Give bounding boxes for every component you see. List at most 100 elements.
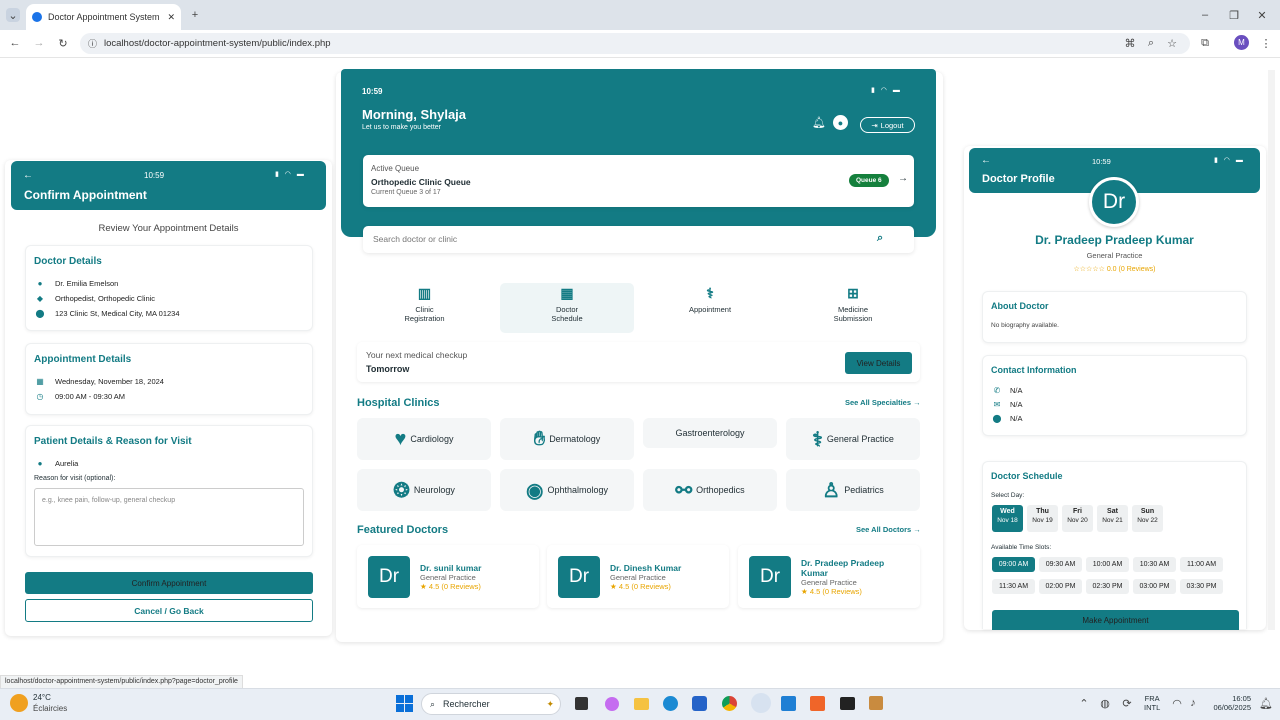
extensions-icon[interactable]: ⧉ [1198,36,1212,50]
day-option[interactable]: Sun Nov 22 [1132,505,1163,532]
site-info-icon[interactable]: ⓘ [88,37,97,50]
task-view-icon[interactable] [575,697,588,710]
forward-icon[interactable]: → [32,36,46,50]
taskbar-search-label: Rechercher [443,699,490,709]
doctor-avatar: Dr [558,555,600,598]
time-slot[interactable]: 11:30 AM [992,579,1035,594]
see-all-doctors-link[interactable]: See All Doctors → [856,525,921,534]
tab-search-icon[interactable]: ⌄ [6,8,20,22]
search-icon[interactable]: ⌕ [877,232,883,245]
back-arrow-icon[interactable]: ← [23,170,33,181]
menu-doctor-schedule[interactable]: ▦ Doctor Schedule [500,283,634,333]
active-queue-card[interactable]: Active Queue Orthopedic Clinic Queue Cur… [363,155,914,207]
window-close-icon[interactable]: ✕ [1255,8,1269,22]
day-option[interactable]: Sat Nov 21 [1097,505,1128,532]
day-name: Sun [1140,508,1155,515]
close-tab-icon[interactable]: ✕ [167,12,175,23]
vscode-icon[interactable] [781,696,796,711]
cancel-button[interactable]: Cancel / Go Back [25,599,313,622]
time-slot[interactable]: 03:30 PM [1180,579,1223,594]
bell-icon[interactable]: 🔔︎ [812,116,826,129]
wifi-icon[interactable]: ◠ [1171,697,1183,710]
clinic-card-ophthalmology[interactable]: ◉ Ophthalmology [500,469,634,511]
volume-icon[interactable]: ♪ [1187,697,1199,709]
time-slot[interactable]: 10:30 AM [1133,557,1176,572]
search-input[interactable]: Search doctor or clinic [373,234,457,244]
time-slot[interactable]: 02:00 PM [1039,579,1082,594]
tray-sync-icon[interactable]: ⟳ [1121,697,1133,710]
file-explorer-icon[interactable] [634,698,649,710]
menu-clinic-registration[interactable]: ▥ Clinic Registration [364,285,485,333]
clinic-card-general-practice[interactable]: ⚕ General Practice [786,418,920,460]
tray-app-icon[interactable]: ◍ [1099,697,1111,710]
day-option[interactable]: Thu Nov 19 [1027,505,1058,532]
new-tab-icon[interactable]: + [188,8,202,22]
app-icon[interactable] [869,696,883,710]
maximize-icon[interactable]: ❐ [1227,8,1241,22]
xampp-icon[interactable] [810,696,825,711]
featured-doctor-card[interactable]: Dr Dr. Dinesh Kumar General Practice ★ 4.5… [547,545,729,608]
clinic-label: Orthopedics [696,485,745,495]
profile-icon[interactable]: ● [833,115,848,130]
clock[interactable]: 16:05 06/06/2025 [1209,694,1251,712]
clinic-card-neurology[interactable]: ❂ Neurology [357,469,491,511]
back-arrow-icon[interactable]: ← [981,155,991,166]
profile-avatar[interactable]: M [1234,35,1249,50]
chrome-profile-icon[interactable] [751,693,771,713]
contact-location: N/A [1010,414,1023,423]
doctor-details-section: Doctor Details ● Dr. Emilia Emelson ◆ Orth… [25,245,313,331]
envelope-icon: ✉ [993,400,1001,409]
day-option[interactable]: Fri Nov 20 [1062,505,1093,532]
menu-kebab-icon[interactable]: ⋮ [1259,36,1273,50]
time-slot[interactable]: 02:30 PM [1086,579,1129,594]
minimize-icon[interactable]: – [1198,8,1212,22]
day-option[interactable]: Wed Nov 18 [992,505,1023,532]
browser-tab[interactable]: Doctor Appointment System - F ✕ [26,4,181,30]
reason-textarea[interactable]: e.g., knee pain, follow-up, general chec… [34,488,304,546]
taskbar-search[interactable]: ⌕ Rechercher ✦ [421,693,561,715]
translate-icon[interactable]: ⌘ [1123,36,1137,50]
bookmark-star-icon[interactable]: ☆ [1165,36,1179,50]
confirm-appointment-button[interactable]: Confirm Appointment [25,572,313,594]
chrome-icon[interactable] [722,696,737,711]
zoom-icon[interactable]: ⌕ [1144,36,1158,50]
language-indicator[interactable]: FRA INTL [1144,694,1160,712]
featured-doctor-card[interactable]: Dr Dr. Pradeep Pradeep Kumar General Prac… [738,545,920,608]
clock-time: 16:05 [1232,694,1251,703]
terminal-icon[interactable] [840,697,855,710]
make-appointment-button[interactable]: Make Appointment [992,610,1239,630]
search-bar[interactable]: Search doctor or clinic ⌕ [363,226,914,253]
logout-button[interactable]: ⇥ Logout [860,117,915,133]
copilot-icon[interactable] [605,697,619,711]
see-all-specialties-link[interactable]: See All Specialties → [845,398,921,407]
time-slot[interactable]: 09:00 AM [992,557,1035,572]
edge-icon[interactable] [663,696,678,711]
time-slot[interactable]: 11:00 AM [1180,557,1223,572]
back-icon[interactable]: ← [8,36,22,50]
time-slot[interactable]: 10:00 AM [1086,557,1129,572]
menu-appointment[interactable]: ⚕ Appointment [645,285,775,333]
store-icon[interactable] [692,696,707,711]
clinic-card-cardiology[interactable]: ♥ Cardiology [357,418,491,460]
weather-icon[interactable] [10,694,28,712]
featured-doctor-card[interactable]: Dr Dr. sunil kumar General Practice ★ 4.5 … [357,545,539,608]
contact-email: N/A [1010,400,1023,409]
windows-start-icon[interactable] [396,695,413,712]
clinic-card-pediatrics[interactable]: ♙ Pediatrics [786,469,920,511]
arrow-right-icon[interactable]: → [898,173,908,184]
rating-text: 0.0 (0 Reviews) [1106,266,1156,273]
doctor-rating: 4.5 (0 Reviews) [428,581,481,591]
reload-icon[interactable]: ↻ [56,36,70,50]
address-bar[interactable]: ⓘ localhost/doctor-appointment-system/pu… [80,33,1190,54]
notification-bell-icon[interactable]: 🔔︎ [1259,697,1273,710]
menu-medicine-submission[interactable]: ⊞ Medicine Submission [790,285,916,333]
time-slot[interactable]: 03:00 PM [1133,579,1176,594]
page-scrollbar[interactable] [1268,70,1275,630]
clinic-card-gastroenterology[interactable]: Gastroenterology [643,418,777,448]
time-slot[interactable]: 09:30 AM [1039,557,1082,572]
view-details-button[interactable]: View Details [845,352,912,374]
review-heading: Review Your Appointment Details [98,223,239,234]
clinic-card-orthopedics[interactable]: ⚯ Orthopedics [643,469,777,511]
clinic-card-dermatology[interactable]: ✋︎ Dermatology [500,418,634,460]
tray-chevron-icon[interactable]: ⌃ [1078,697,1090,710]
